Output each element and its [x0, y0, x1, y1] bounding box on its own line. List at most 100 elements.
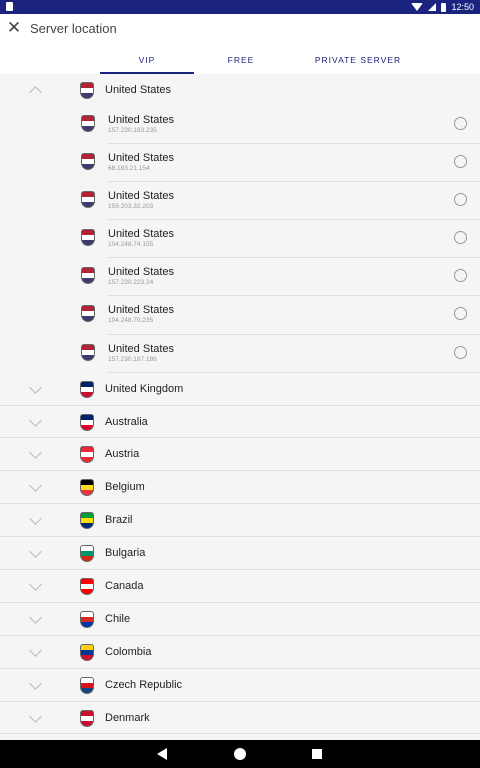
server-row[interactable]: United States 157.230.183.235 [81, 106, 480, 145]
page-title: Server location [30, 21, 117, 36]
chevron-down-icon[interactable] [29, 446, 42, 460]
status-time: 12:50 [451, 2, 474, 12]
country-name: United States [105, 84, 172, 96]
chevron-down-icon[interactable] [29, 643, 42, 657]
server-row[interactable]: United States 68.183.21.154 [81, 144, 480, 183]
flag-icon [81, 305, 95, 323]
flag-icon [80, 512, 94, 530]
chevron-down-icon[interactable] [29, 676, 42, 690]
radio-icon[interactable] [454, 117, 467, 130]
back-icon[interactable] [157, 748, 167, 760]
radio-icon[interactable] [454, 269, 467, 283]
country-row[interactable]: Canada [0, 570, 480, 603]
server-ip: 104.248.74.155 [108, 241, 154, 249]
tab-free[interactable]: FREE [194, 48, 288, 74]
chevron-down-icon[interactable] [29, 709, 42, 723]
flag-icon [80, 380, 94, 398]
flag-icon [80, 610, 94, 628]
close-icon[interactable]: ✕ [4, 18, 24, 38]
country-name: Austria [105, 448, 140, 461]
flag-icon [80, 578, 94, 595]
flag-icon [81, 267, 95, 285]
country-row[interactable]: Colombia [0, 636, 480, 669]
server-ip: 157.230.183.235 [108, 127, 157, 134]
flag-icon [81, 153, 95, 171]
chevron-down-icon[interactable] [29, 380, 42, 394]
battery-icon [441, 2, 447, 12]
wifi-icon [411, 3, 424, 11]
radio-icon[interactable] [454, 231, 467, 245]
server-ip: 157.230.187.186 [108, 355, 157, 363]
server-name: United States [108, 152, 175, 165]
chevron-down-icon[interactable] [29, 578, 42, 591]
server-ip: 104.248.70.235 [108, 317, 154, 325]
tab-private-server[interactable]: PRIVATE SERVER [288, 48, 428, 74]
flag-icon [81, 229, 95, 247]
country-name: Australia [105, 415, 148, 428]
flag-icon [81, 115, 95, 132]
country-name: Denmark [105, 711, 150, 724]
navigation-bar [0, 740, 480, 768]
country-row[interactable]: Denmark [0, 702, 480, 735]
country-row-expanded[interactable]: United States [0, 74, 480, 106]
country-row[interactable]: Czech Republic [0, 669, 480, 702]
flag-icon [80, 676, 94, 694]
country-row[interactable]: United Kingdom [0, 373, 480, 406]
chevron-down-icon[interactable] [29, 545, 42, 558]
server-list: United States United States 157.230.183.2… [0, 74, 480, 740]
notification-icon [6, 2, 13, 11]
signal-icon [428, 3, 437, 11]
flag-icon [80, 479, 94, 497]
tab-vip[interactable]: VIP [100, 48, 194, 74]
flag-icon [81, 343, 95, 361]
server-name: United States [108, 114, 175, 126]
radio-icon[interactable] [454, 193, 467, 207]
country-name: Czech Republic [105, 678, 183, 691]
flag-icon [80, 545, 94, 563]
server-row[interactable]: United States 159.203.32.203 [81, 182, 480, 221]
chevron-down-icon[interactable] [29, 479, 42, 493]
server-ip: 68.183.21.154 [108, 165, 150, 173]
server-row[interactable]: United States 104.248.70.235 [81, 296, 480, 335]
country-name: Chile [105, 612, 131, 625]
flag-icon [81, 191, 95, 209]
country-row[interactable]: Chile [0, 603, 480, 636]
country-row[interactable]: Austria [0, 438, 480, 472]
server-row[interactable]: United States 104.248.74.155 [81, 220, 480, 259]
tab-bar: VIP FREE PRIVATE SERVER [100, 48, 428, 74]
chevron-down-icon[interactable] [29, 512, 42, 526]
chevron-down-icon[interactable] [29, 611, 42, 624]
server-row[interactable]: United States 157.230.187.186 [81, 335, 480, 373]
country-name: Bulgaria [105, 547, 146, 560]
server-ip: 157.230.223.24 [108, 279, 154, 287]
country-name: Belgium [105, 481, 145, 494]
flag-icon [80, 709, 94, 727]
country-row[interactable]: Australia [0, 406, 480, 439]
server-ip: 159.203.32.203 [108, 203, 154, 211]
chevron-up-icon[interactable] [29, 86, 42, 99]
server-name: United States [108, 304, 175, 317]
country-row[interactable]: Belgium [0, 471, 480, 505]
flag-icon [80, 446, 94, 464]
country-row[interactable]: Brazil [0, 504, 480, 538]
country-name: Brazil [105, 514, 133, 527]
country-name: United Kingdom [105, 382, 184, 395]
server-name: United States [108, 342, 175, 355]
country-name: Colombia [105, 645, 152, 658]
server-name: United States [108, 190, 175, 203]
radio-icon[interactable] [454, 155, 467, 169]
server-row[interactable]: United States 157.230.223.24 [81, 258, 480, 297]
country-row[interactable]: Bulgaria [0, 537, 480, 570]
radio-icon[interactable] [454, 307, 467, 321]
status-bar: 12:50 [0, 0, 480, 14]
recent-apps-icon[interactable] [312, 749, 322, 759]
flag-icon [80, 82, 94, 99]
flag-icon [80, 413, 94, 431]
country-name: Canada [105, 580, 144, 592]
server-name: United States [108, 266, 175, 279]
radio-icon[interactable] [454, 345, 467, 359]
flag-icon [80, 643, 94, 661]
chevron-down-icon[interactable] [29, 413, 42, 427]
server-name: United States [108, 228, 175, 241]
home-icon[interactable] [234, 748, 246, 760]
